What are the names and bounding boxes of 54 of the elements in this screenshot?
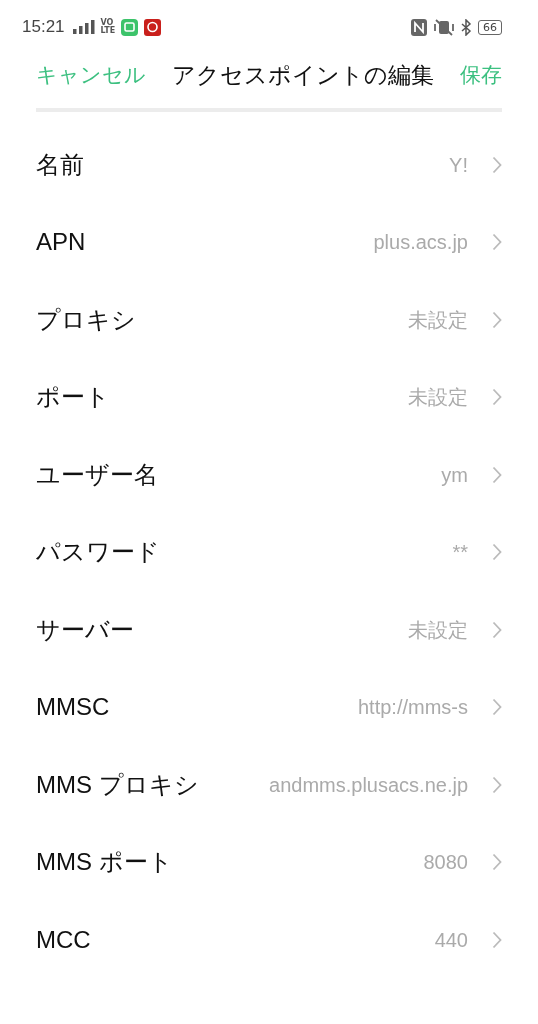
settings-row[interactable]: ユーザー名 ym	[0, 436, 538, 514]
chevron-icon	[492, 620, 502, 639]
settings-row[interactable]: 名前 Y!	[0, 126, 538, 204]
row-label: 名前	[36, 149, 84, 180]
chevron-icon	[492, 698, 502, 717]
row-label: サーバー	[36, 614, 134, 645]
settings-row[interactable]: MMSC http://mms-s	[0, 668, 538, 746]
chevron-icon	[492, 155, 502, 174]
row-value: **	[451, 540, 468, 566]
settings-row[interactable]: ポート 未設定	[0, 358, 538, 436]
settings-row[interactable]: プロキシ 未設定	[0, 281, 538, 359]
row-label: プロキシ	[36, 304, 136, 335]
chevron-icon	[492, 388, 502, 407]
row-label: MMS プロキシ	[36, 769, 199, 800]
chevron-icon	[492, 310, 502, 329]
settings-row[interactable]: サーバー 未設定	[0, 591, 538, 669]
row-value: andmms.plusacs.ne.jp	[268, 772, 468, 798]
row-label: MCC	[36, 925, 91, 954]
row-label: ポート	[36, 382, 110, 413]
nfc-icon	[411, 18, 427, 36]
chevron-icon	[492, 233, 502, 252]
settings-row[interactable]: MMS ポート 8080	[0, 823, 538, 901]
settings-row[interactable]: APN plus.acs.jp	[0, 203, 538, 281]
row-label: ユーザー名	[36, 459, 158, 490]
row-value: 未設定	[407, 617, 468, 643]
page-title: アクセスポイントの編集	[172, 60, 434, 90]
row-value: http://mms-s	[357, 695, 468, 721]
bluetooth-icon	[461, 18, 472, 36]
battery-indicator: 66	[478, 19, 502, 35]
row-label: パスワード	[36, 537, 160, 568]
row-label: MMSC	[36, 693, 110, 722]
chat-icon	[121, 18, 139, 36]
settings-row[interactable]: パスワード **	[0, 513, 538, 591]
row-value: Y!	[448, 152, 468, 178]
chevron-icon	[492, 853, 502, 872]
status-time: 15:21	[22, 17, 65, 37]
chevron-icon	[492, 930, 502, 949]
row-label: MMS ポート	[36, 847, 173, 878]
chevron-icon	[492, 543, 502, 562]
row-value: 440	[433, 927, 468, 953]
volte-label: VO LTE	[100, 19, 116, 35]
settings-row[interactable]: MCC 440	[0, 901, 538, 979]
row-value: plus.acs.jp	[372, 230, 468, 256]
row-value: 未設定	[407, 385, 468, 411]
row-label: APN	[36, 228, 86, 257]
settings-row[interactable]: MMS プロキシ andmms.plusacs.ne.jp	[0, 746, 538, 824]
app-icon	[144, 18, 162, 36]
row-value: ym	[440, 462, 468, 488]
chevron-icon	[492, 465, 502, 484]
row-value: 8080	[422, 850, 468, 876]
row-value: 未設定	[407, 307, 468, 333]
vibrate-off-icon	[433, 18, 455, 36]
chevron-icon	[492, 775, 502, 794]
signal-icon	[72, 20, 95, 34]
